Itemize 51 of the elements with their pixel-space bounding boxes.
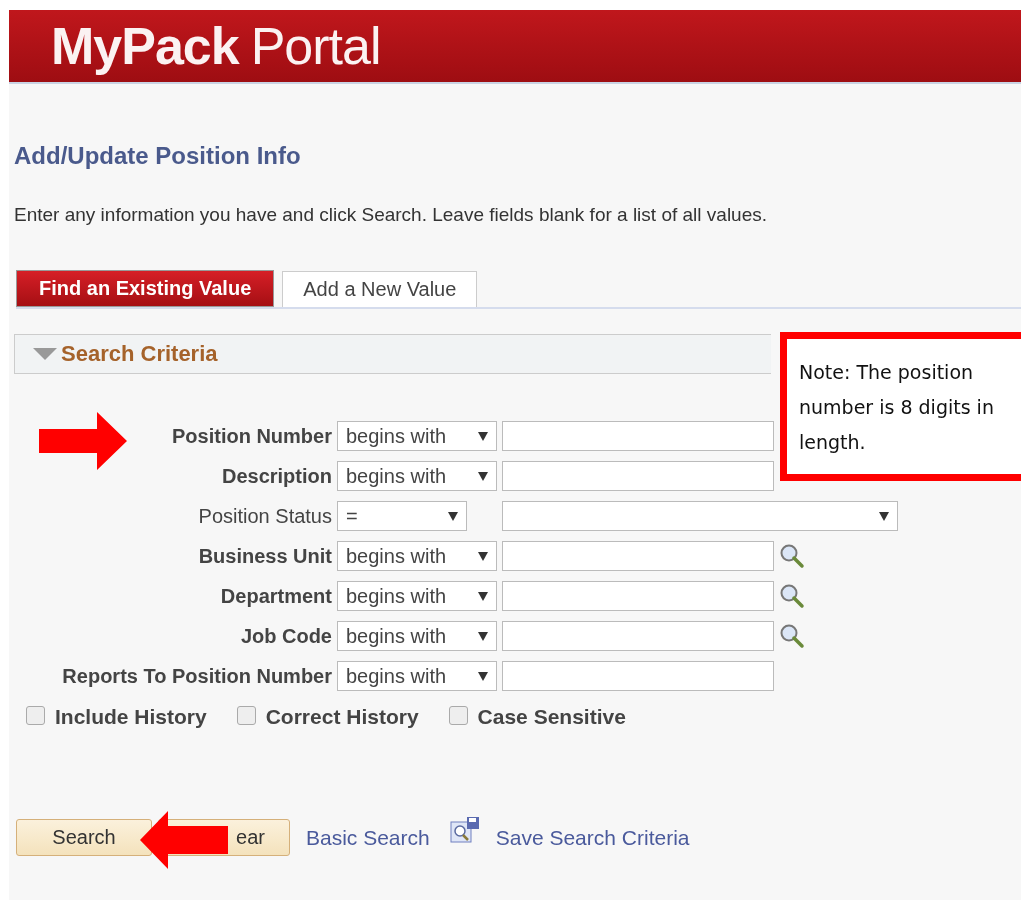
field-label: Job Code <box>240 624 333 648</box>
tab[interactable]: Add a New Value <box>282 271 478 307</box>
caret-icon <box>478 471 488 481</box>
input-field[interactable] <box>502 461 774 491</box>
section-title: Search Criteria <box>61 341 218 367</box>
checkbox-option[interactable]: Case Sensitive <box>448 705 626 729</box>
section-header[interactable]: Search Criteria <box>14 334 771 374</box>
field-label: Reports To Position Number <box>62 664 333 688</box>
caret-icon <box>448 511 458 521</box>
operator-select[interactable]: begins with <box>337 661 497 691</box>
operator-select[interactable]: begins with <box>337 461 497 491</box>
save-search-criteria-link[interactable]: Save Search Criteria <box>495 825 690 850</box>
field-label: Position Status <box>198 504 333 528</box>
operator-select[interactable]: begins with <box>337 421 497 451</box>
collapse-triangle-icon[interactable] <box>33 348 57 360</box>
instructions: Enter any information you have and click Search. Leave fields blank for a list of all values. <box>14 204 768 226</box>
input-field[interactable] <box>502 421 774 451</box>
operator-select[interactable]: begins with <box>337 621 497 651</box>
save-search-icon[interactable] <box>449 815 480 846</box>
note-callout: Note: The position number is 8 digits in length. <box>780 332 1021 481</box>
tab[interactable]: Find an Existing Value <box>16 270 275 307</box>
page-title: Add/Update Position Info <box>14 142 302 170</box>
checkbox-option[interactable]: Correct History <box>236 705 419 729</box>
basic-search-link[interactable]: Basic Search <box>306 825 430 850</box>
search-icon[interactable] <box>779 543 805 569</box>
field-label: Position Number <box>172 424 333 448</box>
caret-icon <box>478 551 488 561</box>
input-field[interactable] <box>502 621 774 651</box>
search-button[interactable]: Search <box>16 819 152 856</box>
operator-select[interactable]: begins with <box>337 541 497 571</box>
caret-icon <box>478 671 488 681</box>
value-select[interactable] <box>502 501 898 531</box>
checkbox[interactable] <box>448 706 468 725</box>
input-field[interactable] <box>502 661 774 691</box>
checkbox[interactable] <box>26 706 45 725</box>
field-label: Description <box>221 464 333 488</box>
operator-select[interactable]: begins with <box>337 581 497 611</box>
caret-icon <box>478 631 488 641</box>
checkbox[interactable] <box>236 706 256 725</box>
caret-icon <box>879 511 889 521</box>
input-field[interactable] <box>502 581 774 611</box>
caret-icon <box>478 591 488 601</box>
operator-select[interactable]: = <box>337 501 467 531</box>
logo: MyPack Portal <box>51 16 381 76</box>
checkbox-option[interactable]: Include History <box>26 705 207 729</box>
caret-icon <box>478 431 488 441</box>
input-field[interactable] <box>502 541 774 571</box>
search-icon[interactable] <box>779 583 805 609</box>
field-label: Department <box>220 584 333 608</box>
field-label: Business Unit <box>198 544 333 568</box>
search-icon[interactable] <box>779 623 805 649</box>
